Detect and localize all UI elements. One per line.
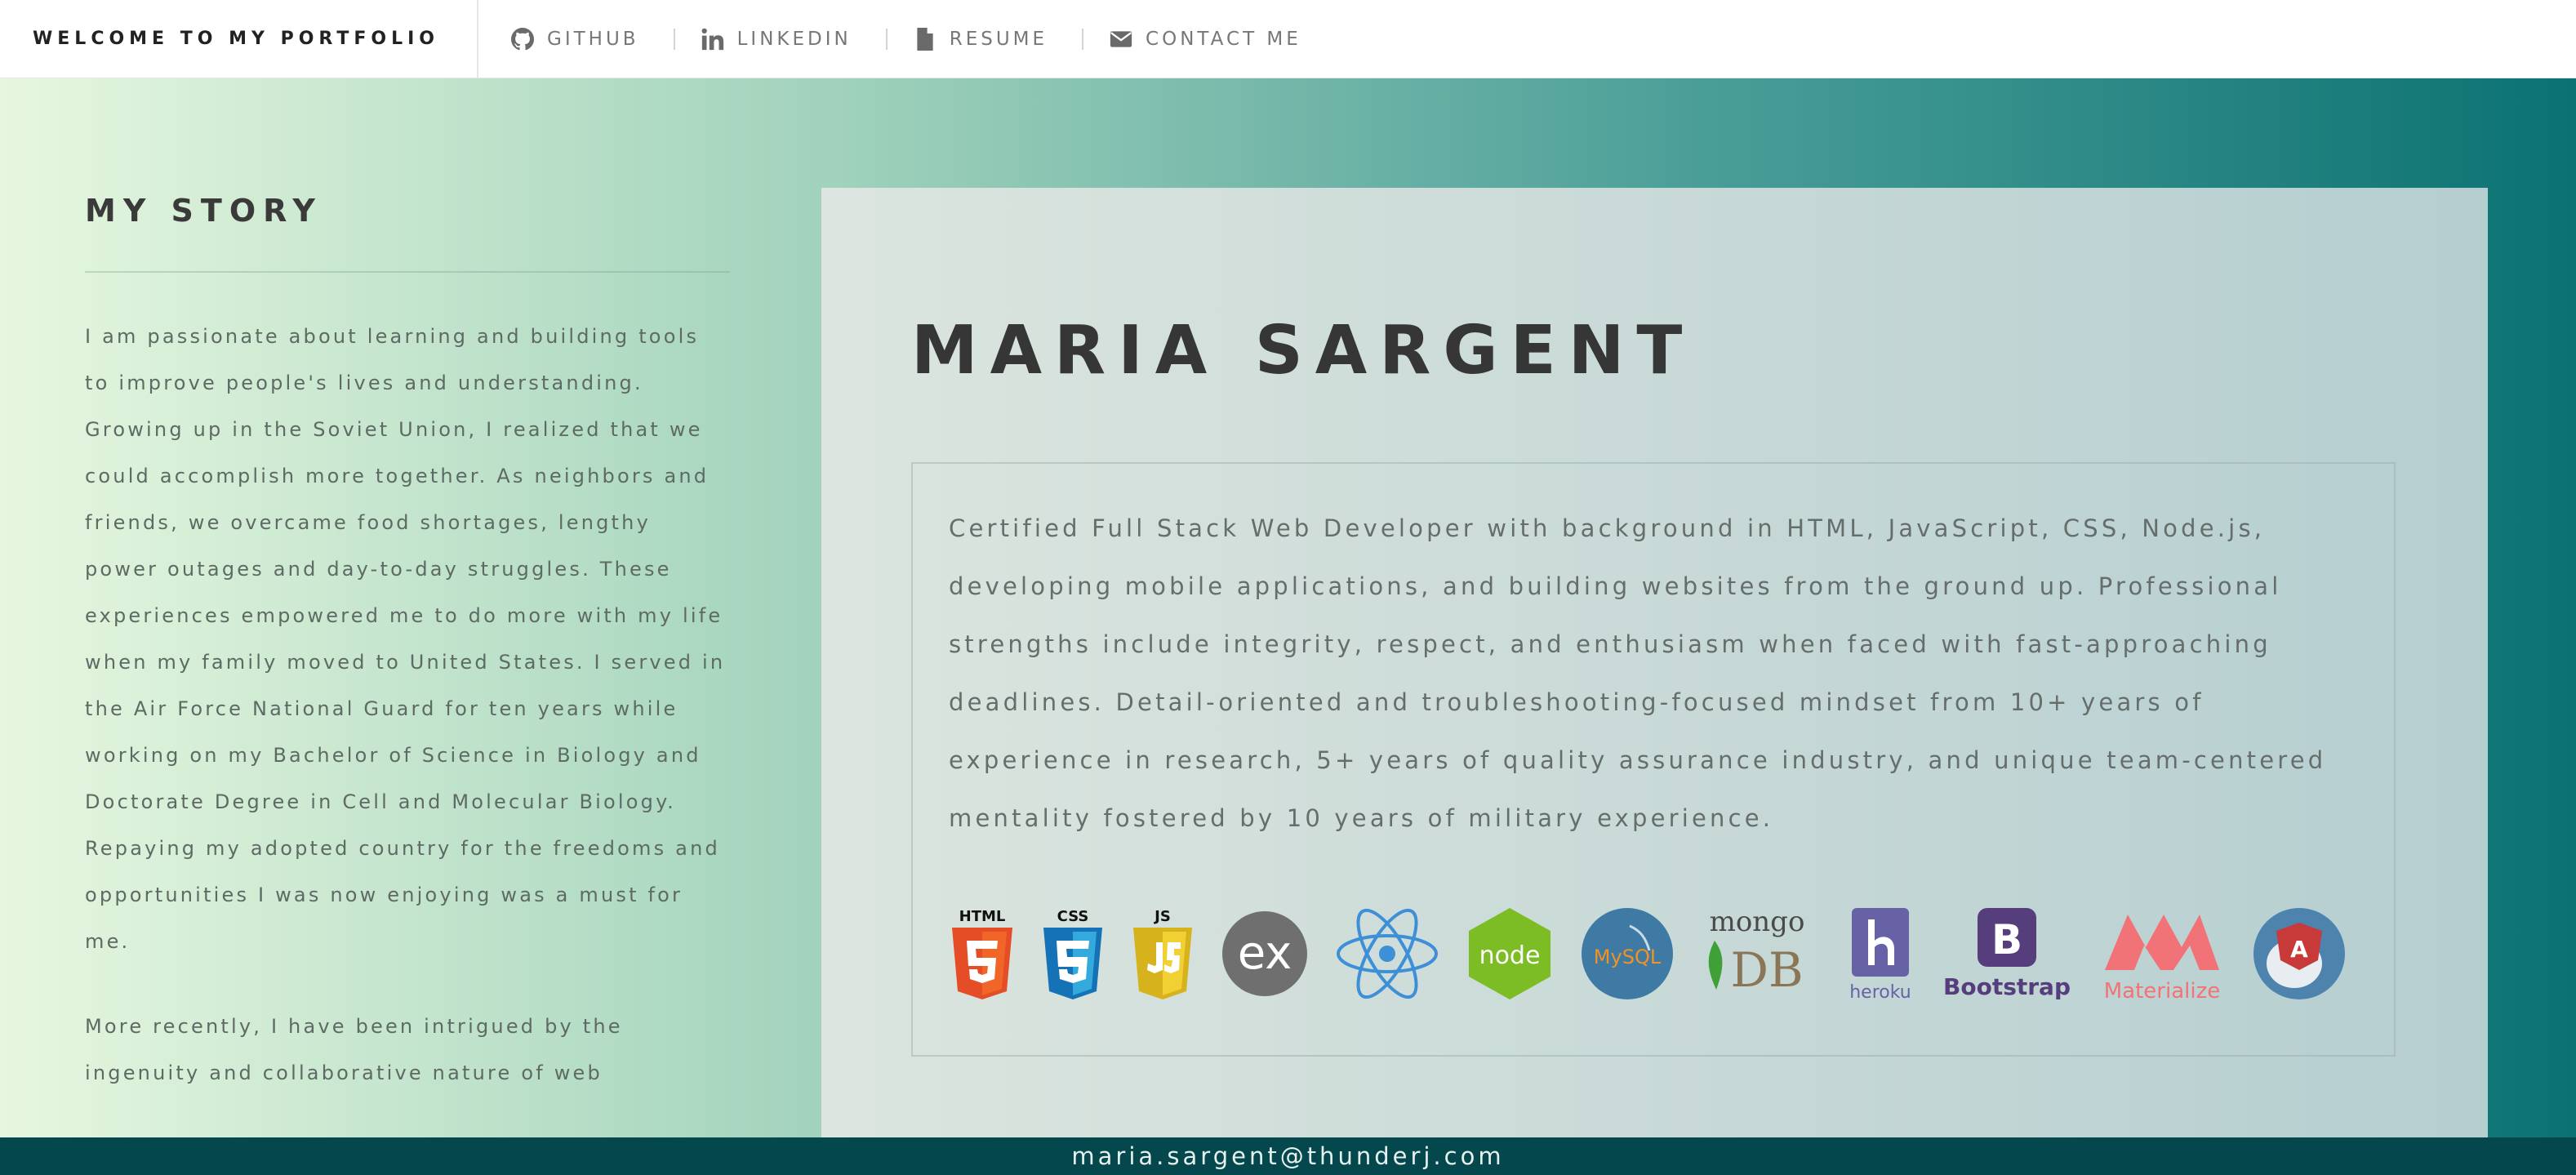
summary-box: Certified Full Stack Web Developer with …	[911, 462, 2396, 1057]
svg-text:B: B	[1991, 916, 2022, 964]
bootstrap-icon: B Bootstrap	[1943, 908, 2071, 1000]
my-story-section: MY STORY I am passionate about learning …	[85, 193, 730, 1135]
nav-divider	[673, 28, 675, 50]
nav-label-github: GITHUB	[547, 28, 639, 50]
js-icon: JS	[1133, 908, 1192, 999]
nav-link-linkedin[interactable]: LINKEDIN	[701, 28, 886, 51]
story-paragraph-1: I am passionate about learning and build…	[85, 325, 726, 953]
angular-label: A	[2290, 936, 2308, 963]
heroku-icon: heroku	[1849, 908, 1911, 1003]
profile-name: MARIA SARGENT	[911, 312, 1695, 389]
footer-bar: maria.sargent@thunderj.com	[0, 1137, 2576, 1175]
nav-label-linkedin: LINKEDIN	[736, 28, 852, 50]
my-story-title: MY STORY	[85, 193, 323, 229]
nav-divider	[1082, 28, 1084, 50]
express-label: ex	[1238, 927, 1292, 980]
mongodb-label-top: mongo	[1710, 906, 1805, 938]
angular-icon: A	[2253, 908, 2345, 999]
hero-section: MY STORY I am passionate about learning …	[0, 78, 2576, 1137]
nav-divider	[885, 28, 888, 50]
nav-label-resume: RESUME	[949, 28, 1048, 50]
profile-summary: Certified Full Stack Web Developer with …	[949, 514, 2327, 832]
profile-card: MARIA SARGENT Certified Full Stack Web D…	[821, 188, 2488, 1137]
envelope-icon	[1110, 30, 1132, 47]
materialize-icon: Materialize	[2104, 915, 2221, 1003]
linkedin-icon	[701, 28, 723, 50]
tech-logo-row: HTML CSS JS ex node MySQL mongo DB herok…	[949, 905, 2369, 1003]
materialize-label: Materialize	[2104, 979, 2221, 1003]
express-icon: ex	[1222, 911, 1307, 996]
html5-label: HTML	[959, 908, 1006, 925]
react-icon	[1337, 908, 1438, 999]
mongodb-icon: mongo DB	[1708, 906, 1805, 998]
nav-label-contact: CONTACT ME	[1146, 28, 1301, 50]
js-label: JS	[1153, 908, 1171, 925]
brand-title[interactable]: WELCOME TO MY PORTFOLIO	[0, 0, 479, 78]
html5-icon: HTML	[952, 908, 1012, 999]
nav-link-github[interactable]: GITHUB	[511, 27, 674, 51]
story-paragraph-2: More recently, I have been intrigued by …	[85, 1015, 623, 1084]
nav-link-contact[interactable]: CONTACT ME	[1110, 28, 1336, 51]
node-icon: node	[1469, 908, 1550, 999]
css3-label: CSS	[1057, 908, 1089, 925]
heroku-label: heroku	[1849, 982, 1911, 1003]
top-navbar: WELCOME TO MY PORTFOLIO GITHUB LINKEDIN …	[0, 0, 2576, 78]
story-divider	[85, 271, 730, 273]
bootstrap-label: Bootstrap	[1943, 973, 2071, 1000]
github-icon	[511, 27, 535, 50]
nav-links: GITHUB LINKEDIN RESUME CONTACT ME	[478, 27, 1336, 51]
mysql-icon: MySQL	[1582, 908, 1673, 999]
node-label: node	[1479, 941, 1541, 970]
mysql-label: MySQL	[1594, 946, 1662, 968]
nav-link-resume[interactable]: RESUME	[914, 27, 1082, 51]
mongodb-label-bottom: DB	[1730, 942, 1803, 998]
file-icon	[917, 27, 933, 51]
css3-icon: CSS	[1043, 908, 1102, 999]
footer-email-link[interactable]: maria.sargent@thunderj.com	[1071, 1142, 1504, 1170]
